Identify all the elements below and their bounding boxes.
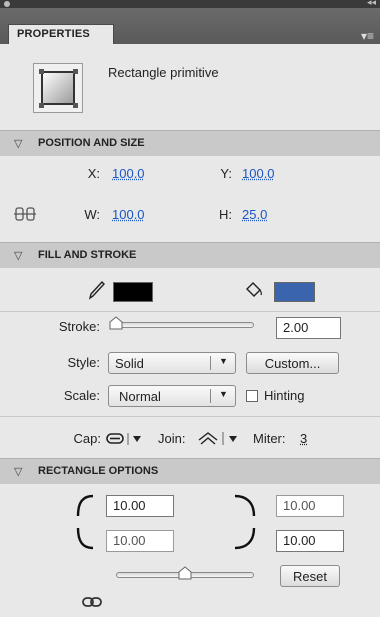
scale-dropdown[interactable]: Normal ▼ — [108, 385, 236, 407]
scale-dropdown-value: Normal — [119, 389, 161, 404]
rectangle-primitive-icon — [33, 63, 83, 113]
lock-corners-chain-icon[interactable] — [82, 596, 102, 608]
section-fill-stroke-label: FILL AND STROKE — [38, 249, 137, 261]
style-label: Style: — [67, 355, 100, 370]
tab-properties-label: PROPERTIES — [17, 28, 90, 40]
bottom-left-corner-icon — [76, 527, 94, 550]
cap-style-control[interactable] — [106, 431, 154, 447]
custom-stroke-button[interactable]: Custom... — [246, 352, 339, 374]
disclosure-triangle-icon[interactable]: ▽ — [14, 137, 22, 150]
hinting-label: Hinting — [264, 388, 305, 403]
bottom-left-radius-input[interactable]: 10.00 — [106, 530, 174, 552]
y-value[interactable]: 100.0 — [242, 166, 275, 181]
stroke-slider-track[interactable] — [110, 322, 254, 328]
chevron-down-icon: ▼ — [219, 356, 228, 366]
chevron-down-icon: ▼ — [219, 389, 228, 399]
corner-radius-slider-thumb[interactable] — [178, 566, 192, 580]
bottom-right-corner-icon — [234, 527, 256, 550]
x-label: X: — [87, 166, 100, 181]
pencil-icon — [88, 280, 105, 300]
miter-label: Miter: — [253, 431, 286, 446]
top-right-corner-icon — [234, 494, 256, 517]
section-fill-stroke[interactable]: ▽ FILL AND STROKE — [0, 242, 380, 268]
cap-label: Cap: — [73, 431, 101, 446]
w-label: W: — [84, 207, 100, 222]
stroke-color-swatch[interactable] — [113, 282, 153, 302]
divider — [0, 311, 380, 312]
section-position-size-label: POSITION AND SIZE — [38, 137, 145, 149]
link-proportions-icon[interactable] — [13, 205, 37, 223]
stroke-label: Stroke: — [58, 319, 100, 334]
reset-button[interactable]: Reset — [280, 565, 340, 587]
close-dot-icon[interactable] — [4, 1, 10, 7]
w-value[interactable]: 100.0 — [112, 207, 145, 222]
disclosure-triangle-icon[interactable]: ▽ — [14, 249, 22, 262]
section-position-size[interactable]: ▽ POSITION AND SIZE — [0, 130, 380, 156]
panel-menu-icon[interactable]: ▾≡ — [361, 29, 374, 43]
top-left-radius-input[interactable]: 10.00 — [106, 495, 174, 517]
primitive-title: Rectangle primitive — [108, 65, 219, 80]
style-dropdown[interactable]: Solid ▼ — [108, 352, 236, 374]
style-dropdown-value: Solid — [115, 356, 144, 371]
panel-titlebar: ◂◂ — [0, 0, 380, 8]
collapse-arrows-icon[interactable]: ◂◂ — [367, 0, 376, 8]
stroke-width-input[interactable]: 2.00 — [276, 317, 341, 339]
hinting-checkbox[interactable] — [246, 390, 258, 402]
fill-color-swatch[interactable] — [274, 282, 315, 302]
tab-bar: PROPERTIES ▾≡ — [0, 8, 380, 44]
section-rectangle-options[interactable]: ▽ RECTANGLE OPTIONS — [0, 458, 380, 484]
tab-properties[interactable]: PROPERTIES — [8, 24, 114, 44]
top-left-corner-icon — [76, 494, 94, 517]
top-right-radius-input[interactable]: 10.00 — [276, 495, 344, 517]
y-label: Y: — [220, 166, 232, 181]
h-value[interactable]: 25.0 — [242, 207, 267, 222]
miter-value[interactable]: 3 — [300, 431, 307, 446]
bottom-right-radius-input[interactable]: 10.00 — [276, 530, 344, 552]
scale-label: Scale: — [63, 388, 100, 403]
join-style-control[interactable] — [197, 430, 251, 448]
x-value[interactable]: 100.0 — [112, 166, 145, 181]
join-label: Join: — [158, 431, 186, 446]
paint-bucket-icon — [246, 282, 263, 297]
disclosure-triangle-icon[interactable]: ▽ — [14, 465, 22, 478]
section-rectangle-options-label: RECTANGLE OPTIONS — [38, 465, 159, 477]
stroke-slider-thumb[interactable] — [109, 316, 123, 330]
divider — [0, 416, 380, 417]
h-label: H: — [219, 207, 232, 222]
